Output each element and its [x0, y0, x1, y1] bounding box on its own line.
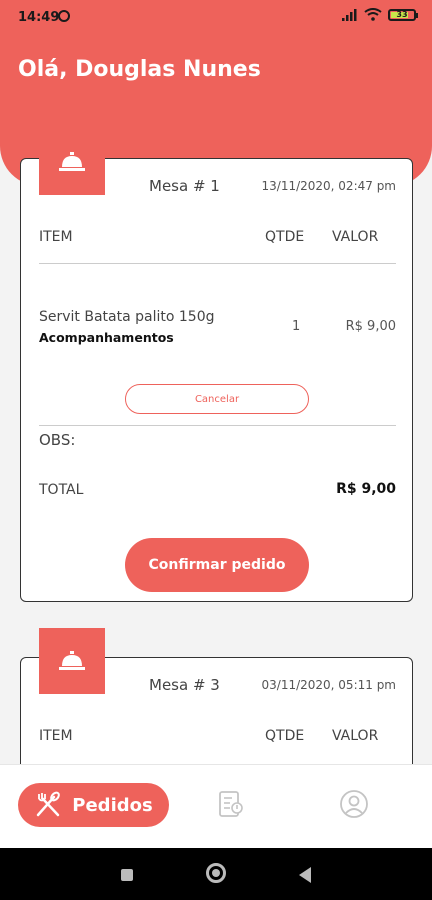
greeting-title: Olá, Douglas Nunes: [18, 57, 261, 82]
obs-label: OBS:: [39, 431, 76, 449]
order-date: 13/11/2020, 02:47 pm: [261, 179, 397, 193]
utensils-icon: [37, 791, 61, 817]
item-value: R$ 9,00: [345, 319, 396, 334]
profile-icon: [340, 790, 368, 818]
home-icon[interactable]: [206, 863, 226, 883]
cancel-item-button[interactable]: Cancelar: [125, 384, 309, 414]
nav-orders-list-button[interactable]: [217, 789, 245, 823]
service-bell-icon: [59, 152, 85, 171]
wifi-icon: [364, 8, 382, 21]
confirm-order-button[interactable]: Confirmar pedido: [125, 538, 309, 592]
battery-icon: 33: [388, 8, 418, 21]
order-list-icon: [219, 791, 243, 817]
nav-profile-button[interactable]: [339, 789, 369, 823]
order-date: 03/11/2020, 05:11 pm: [261, 678, 397, 692]
status-time: 14:49: [18, 10, 60, 25]
column-header-qtde: QTDE: [265, 229, 305, 245]
table-number: Mesa # 1: [149, 177, 220, 195]
system-navigation-bar: [0, 848, 432, 900]
nav-pedidos-button[interactable]: Pedidos: [18, 783, 169, 827]
app-notification-icon: [58, 10, 70, 22]
item-quantity: 1: [292, 319, 301, 334]
order-tag: [39, 129, 105, 195]
item-category: Acompanhamentos: [39, 330, 174, 345]
battery-level: 33: [396, 10, 408, 19]
order-tag: [39, 628, 105, 694]
column-header-qtde: QTDE: [265, 728, 305, 744]
column-header-item: ITEM: [39, 728, 73, 744]
bottom-navigation: Pedidos: [0, 764, 432, 849]
service-bell-icon: [59, 651, 85, 670]
column-header-valor: VALOR: [332, 728, 379, 744]
recent-apps-icon[interactable]: [121, 869, 133, 881]
status-indicators: 33: [342, 8, 418, 21]
column-header-valor: VALOR: [332, 229, 379, 245]
order-card: Mesa # 1 13/11/2020, 02:47 pm ITEM QTDE …: [20, 129, 413, 602]
nav-pedidos-label: Pedidos: [72, 794, 153, 816]
divider: [39, 425, 396, 426]
column-header-item: ITEM: [39, 229, 73, 245]
status-bar: 14:49 33: [0, 0, 432, 34]
item-name: Servit Batata palito 150g: [39, 309, 215, 325]
back-icon[interactable]: [299, 867, 311, 883]
divider: [39, 263, 396, 264]
table-number: Mesa # 3: [149, 676, 220, 694]
total-value: R$ 9,00: [336, 481, 396, 497]
total-label: TOTAL: [39, 482, 84, 498]
signal-icon: [342, 8, 357, 21]
